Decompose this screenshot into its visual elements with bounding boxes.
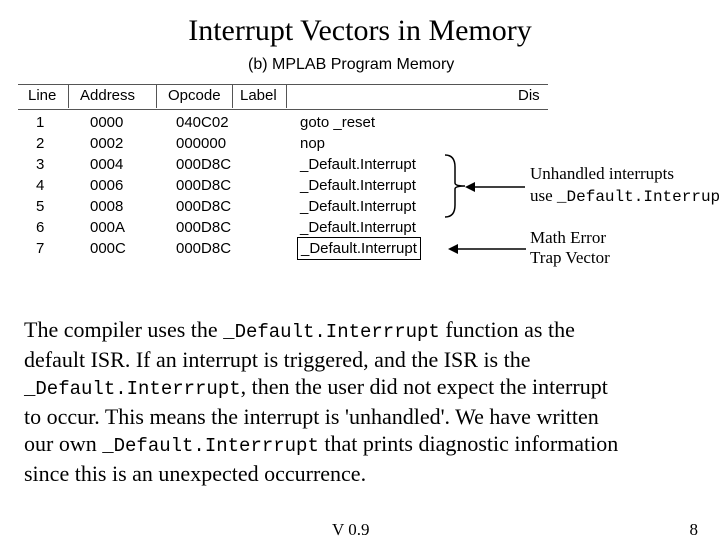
cell-line: 4 [36, 175, 44, 196]
cell-addr: 0004 [90, 154, 123, 175]
para-text: The compiler uses the [24, 317, 223, 342]
footer-version: V 0.9 [332, 520, 369, 540]
table-headers: Line Address Opcode Label Dis [18, 84, 548, 110]
annotation-code: _Default.Interrupt [557, 188, 720, 206]
cell-line: 5 [36, 196, 44, 217]
cell-addr: 0008 [90, 196, 123, 217]
cell-addr: 0000 [90, 112, 123, 133]
cell-dis: nop [300, 133, 325, 154]
cell-dis: goto _reset [300, 112, 375, 133]
cell-op: 000D8C [176, 175, 231, 196]
figure-caption: (b) MPLAB Program Memory [248, 56, 454, 74]
cell-op: 000000 [176, 133, 226, 154]
cell-op: 000D8C [176, 238, 231, 259]
annotation-unhandled-2: use _Default.Interrupt [530, 186, 720, 206]
para-code: _Default.Interrrupt [223, 321, 440, 343]
cell-addr: 0006 [90, 175, 123, 196]
col-address: Address [80, 87, 135, 104]
cell-addr: 000A [90, 217, 125, 238]
cell-dis: _Default.Interrupt [300, 217, 416, 238]
arrow-left-icon [448, 241, 526, 257]
annotation-text: use [530, 186, 557, 205]
arrow-left-icon [465, 179, 525, 195]
cell-addr: 0002 [90, 133, 123, 154]
cell-line: 2 [36, 133, 44, 154]
cell-line: 7 [36, 238, 44, 259]
cell-line: 1 [36, 112, 44, 133]
col-dis: Dis [518, 87, 540, 104]
cell-dis: _Default.Interrupt [300, 154, 416, 175]
cell-line: 3 [36, 154, 44, 175]
col-line: Line [28, 87, 56, 104]
cell-line: 6 [36, 217, 44, 238]
cell-dis: _Default.Interrupt [300, 196, 416, 217]
annotation-matherror-1: Math Error [530, 228, 606, 248]
cell-dis: _Default.Interrupt [297, 237, 421, 260]
col-opcode: Opcode [168, 87, 221, 104]
annotation-matherror-2: Trap Vector [530, 248, 610, 268]
footer-page-number: 8 [690, 520, 699, 540]
cell-op: 000D8C [176, 217, 231, 238]
col-label: Label [240, 87, 277, 104]
cell-dis: _Default.Interrupt [300, 175, 416, 196]
brace-icon [443, 153, 467, 219]
cell-op: 000D8C [176, 154, 231, 175]
program-memory-figure: (b) MPLAB Program Memory Line Address Op… [18, 56, 702, 276]
annotation-unhandled-1: Unhandled interrupts [530, 164, 674, 184]
cell-addr: 000C [90, 238, 126, 259]
cell-op: 000D8C [176, 196, 231, 217]
para-code: _Default.Interrrupt [102, 435, 319, 457]
page-title: Interrupt Vectors in Memory [0, 14, 720, 48]
cell-op: 040C02 [176, 112, 229, 133]
para-code: _Default.Interrrupt [24, 378, 241, 400]
body-paragraph: The compiler uses the _Default.Interrrup… [24, 316, 624, 487]
